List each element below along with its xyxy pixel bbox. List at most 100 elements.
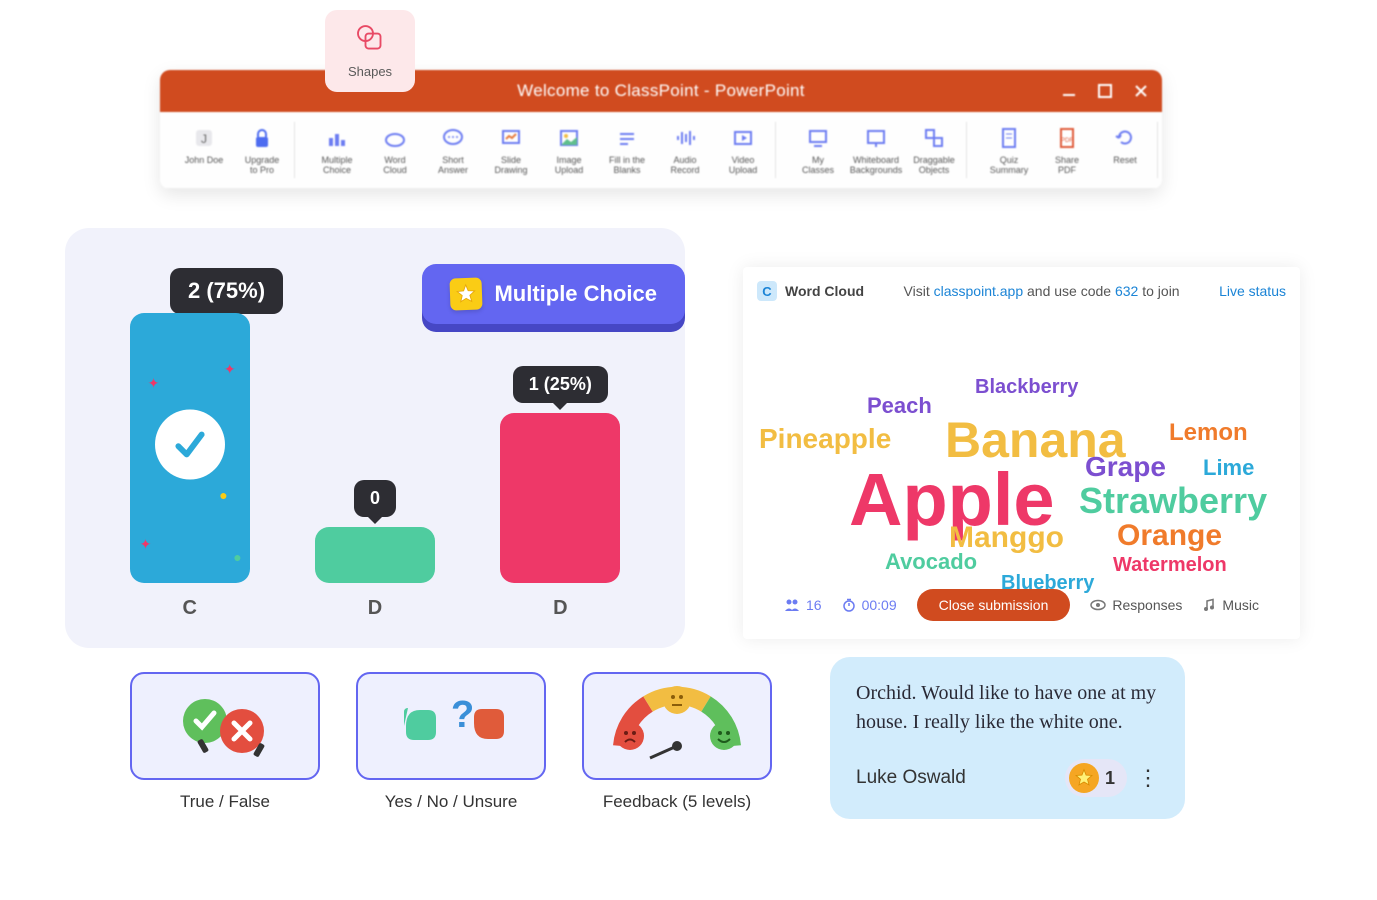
word-cloud: Apple Banana Strawberry Grape Manggo Ora… <box>765 333 1278 563</box>
svg-text:?: ? <box>451 694 474 736</box>
multiple-choice-card: 2 (75%) Multiple Choice ✦ ✦ ✦ ● ● C 0 D … <box>65 228 685 648</box>
bar-col-d2: 1 (25%) D <box>468 366 653 620</box>
word-avocado: Avocado <box>885 551 977 573</box>
option-true-false[interactable]: True / False <box>130 672 320 812</box>
bar-label-d2: 1 (25%) <box>513 366 608 403</box>
true-false-icon <box>170 691 280 761</box>
option-row: True / False ? Yes / No / Unsure Feedbac… <box>130 672 772 812</box>
ribbon-word-cloud[interactable]: Word Cloud <box>369 122 421 178</box>
bar-col-c: ✦ ✦ ✦ ● ● C <box>97 313 282 620</box>
join-instructions: Visit classpoint.app and use code 632 to… <box>872 283 1211 299</box>
response-text: Orchid. Would like to have one at my hou… <box>856 679 1159 737</box>
word-strawberry: Strawberry <box>1079 483 1267 519</box>
ribbon-my-classes[interactable]: My Classes <box>792 122 844 178</box>
word-blackberry: Blackberry <box>975 377 1078 397</box>
bar-d2 <box>500 413 620 583</box>
bar-chart: ✦ ✦ ✦ ● ● C 0 D 1 (25%) D <box>97 280 653 620</box>
response-card: Orchid. Would like to have one at my hou… <box>830 657 1185 819</box>
video-icon <box>729 124 757 152</box>
response-footer: Luke Oswald 1 ⋮ <box>856 759 1159 797</box>
join-link[interactable]: classpoint.app <box>934 283 1024 299</box>
chat-icon <box>439 124 467 152</box>
word-cloud-header: C Word Cloud Visit classpoint.app and us… <box>757 281 1286 301</box>
option-label: Yes / No / Unsure <box>356 792 546 812</box>
ribbon-upgrade[interactable]: Upgrade to Pro <box>236 122 288 178</box>
timer: 00:09 <box>842 597 897 613</box>
bar-cat-d1: D <box>368 597 382 620</box>
bar-col-d1: 0 D <box>282 480 467 620</box>
option-box <box>130 672 320 780</box>
more-menu-icon[interactable]: ⋮ <box>1137 771 1159 784</box>
quiz-icon <box>995 124 1023 152</box>
reset-icon <box>1111 124 1139 152</box>
feedback-gauge-icon <box>602 686 752 766</box>
ribbon-draggable[interactable]: Draggable Objects <box>908 122 960 178</box>
powerpoint-window: Welcome to ClassPoint - PowerPoint JJohn… <box>160 70 1162 189</box>
music-button[interactable]: Music <box>1202 597 1259 613</box>
participant-count: 16 <box>784 597 822 613</box>
lock-icon <box>248 124 276 152</box>
ribbon-group-2: Multiple Choice Word Cloud Short Answer … <box>305 122 776 178</box>
ribbon-share-pdf[interactable]: PDFShare PDF <box>1041 122 1093 178</box>
star-count: 1 <box>1105 768 1115 789</box>
option-box <box>582 672 772 780</box>
shapes-tag[interactable]: Shapes <box>325 10 415 92</box>
yes-no-unsure-icon: ? <box>386 691 516 761</box>
class-icon <box>804 124 832 152</box>
option-yes-no-unsure[interactable]: ? Yes / No / Unsure <box>356 672 546 812</box>
ribbon-slide-drawing[interactable]: Slide Drawing <box>485 122 537 178</box>
join-code: 632 <box>1115 283 1138 299</box>
window-title: Welcome to ClassPoint - PowerPoint <box>517 81 805 101</box>
drag-icon <box>920 124 948 152</box>
bar-c: ✦ ✦ ✦ ● ● <box>130 313 250 583</box>
ribbon-fill-blanks[interactable]: Fill in the Blanks <box>601 122 653 178</box>
star-icon <box>1069 763 1099 793</box>
maximize-button[interactable] <box>1096 82 1114 100</box>
ribbon-group-1: JJohn Doe Upgrade to Pro <box>172 122 295 178</box>
minimize-button[interactable] <box>1060 82 1078 100</box>
word-grape: Grape <box>1085 453 1166 481</box>
ribbon-group-4: Quiz Summary PDFShare PDF Reset <box>977 122 1158 178</box>
word-cloud-title: Word Cloud <box>785 283 864 299</box>
word-peach: Peach <box>867 395 932 417</box>
ribbon-john-doe[interactable]: JJohn Doe <box>178 122 230 178</box>
star-badge[interactable]: 1 <box>1065 759 1127 797</box>
shapes-label: Shapes <box>348 64 392 79</box>
ribbon-short-answer[interactable]: Short Answer <box>427 122 479 178</box>
close-button[interactable] <box>1132 82 1150 100</box>
classpoint-logo-icon: C <box>757 281 777 301</box>
draw-icon <box>497 124 525 152</box>
window-buttons <box>1060 82 1150 100</box>
user-icon: J <box>190 124 218 152</box>
ribbon-image-upload[interactable]: Image Upload <box>543 122 595 178</box>
bar-d1 <box>315 527 435 583</box>
whiteboard-icon <box>862 124 890 152</box>
pdf-icon: PDF <box>1053 124 1081 152</box>
word-lime: Lime <box>1203 457 1254 479</box>
svg-text:J: J <box>201 132 207 146</box>
bar-cat-d2: D <box>553 597 567 620</box>
live-status[interactable]: Live status <box>1219 283 1286 299</box>
ribbon: JJohn Doe Upgrade to Pro Multiple Choice… <box>160 112 1162 189</box>
word-orange: Orange <box>1117 521 1222 551</box>
responder-name: Luke Oswald <box>856 767 1055 789</box>
bar-cat-c: C <box>182 597 196 620</box>
option-feedback[interactable]: Feedback (5 levels) <box>582 672 772 812</box>
ribbon-whiteboard[interactable]: Whiteboard Backgrounds <box>850 122 902 178</box>
option-box: ? <box>356 672 546 780</box>
ribbon-audio-record[interactable]: Audio Record <box>659 122 711 178</box>
ribbon-reset[interactable]: Reset <box>1099 122 1151 178</box>
svg-text:PDF: PDF <box>1061 138 1073 144</box>
word-blueberry: Blueberry <box>1001 573 1094 593</box>
word-cloud-panel: C Word Cloud Visit classpoint.app and us… <box>743 267 1300 639</box>
ribbon-video-upload[interactable]: Video Upload <box>717 122 769 178</box>
ribbon-multiple-choice[interactable]: Multiple Choice <box>311 122 363 178</box>
responses-button[interactable]: Responses <box>1090 597 1182 613</box>
fill-icon <box>613 124 641 152</box>
audio-icon <box>671 124 699 152</box>
ribbon-quiz-summary[interactable]: Quiz Summary <box>983 122 1035 178</box>
bars-icon <box>323 124 351 152</box>
word-watermelon: Watermelon <box>1113 555 1227 575</box>
bar-label-d1: 0 <box>354 480 396 517</box>
cloud-icon <box>381 124 409 152</box>
